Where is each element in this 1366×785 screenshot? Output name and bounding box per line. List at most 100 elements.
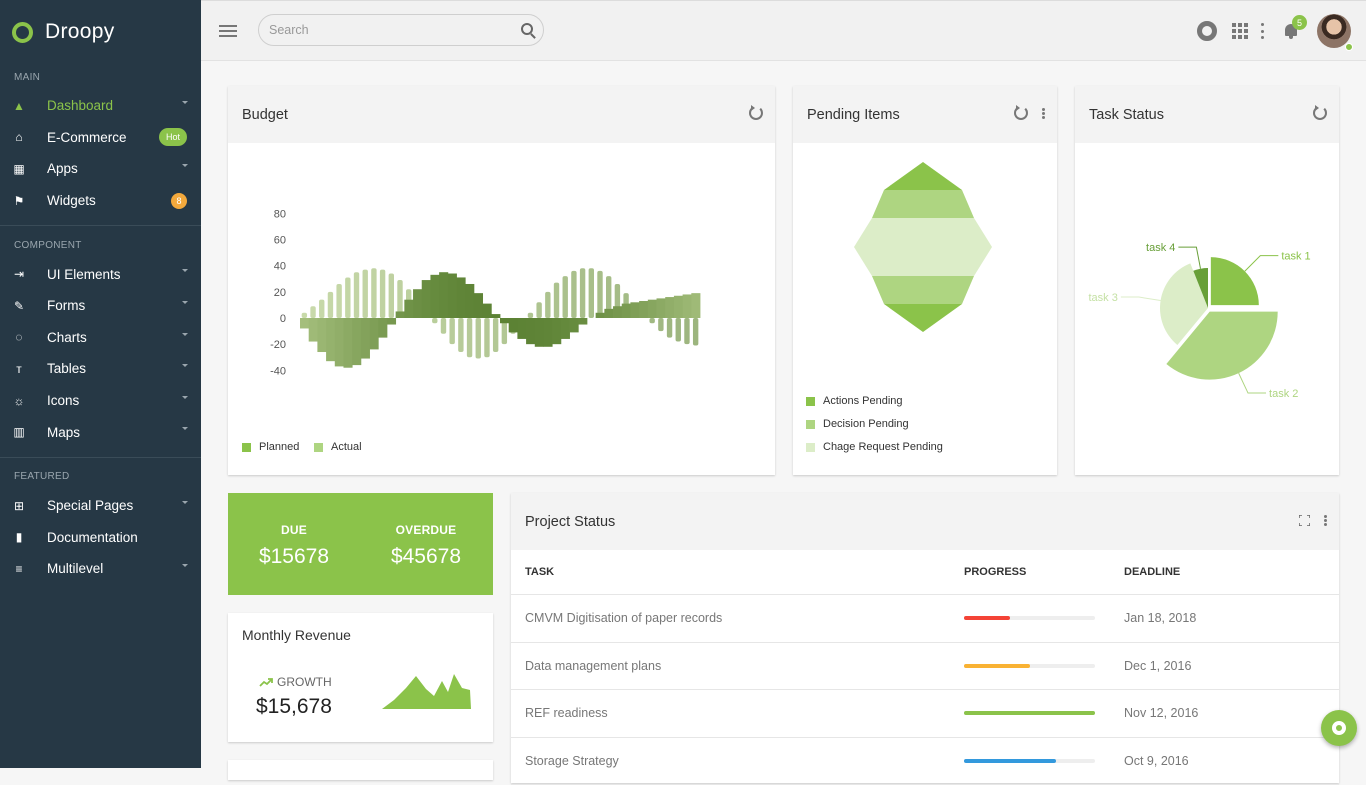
legend-swatch bbox=[242, 443, 251, 452]
apps-grid-icon[interactable] bbox=[1232, 23, 1248, 39]
progress-bar-fill bbox=[964, 759, 1056, 763]
bar-actual bbox=[589, 268, 594, 318]
refresh-icon[interactable] bbox=[1014, 106, 1028, 120]
bar-planned bbox=[335, 318, 344, 366]
monthly-revenue-card: Monthly Revenue GROWTH $15,678 bbox=[228, 613, 493, 742]
pie-label: task 3 bbox=[1089, 292, 1118, 304]
bar-planned bbox=[352, 318, 361, 365]
sidebar-item-label: Apps bbox=[47, 161, 78, 176]
bar-actual bbox=[319, 300, 324, 318]
sidebar-item-label: Icons bbox=[47, 393, 79, 408]
sidebar-item-tables[interactable]: ᴛTables bbox=[0, 353, 201, 385]
sidebar-item-charts[interactable]: ◌Charts bbox=[0, 322, 201, 354]
sidebar-item-widgets[interactable]: ⚑Widgets8 bbox=[0, 185, 201, 217]
table-row[interactable]: REF readinessNov 12, 2016 bbox=[511, 690, 1339, 738]
bar-planned bbox=[674, 296, 683, 318]
sidebar-item-ui-elements[interactable]: ⇥UI Elements bbox=[0, 258, 201, 290]
basket-icon: ⌂ bbox=[12, 130, 26, 144]
funnel-segment bbox=[884, 162, 923, 190]
search-input[interactable]: Search bbox=[258, 14, 544, 46]
bar-planned bbox=[691, 293, 700, 318]
funnel-segment bbox=[923, 218, 992, 247]
sidebar-item-icons[interactable]: ☼Icons bbox=[0, 385, 201, 417]
settings-fab-button[interactable] bbox=[1321, 710, 1357, 746]
legend-label: Planned bbox=[259, 441, 299, 453]
bar-planned bbox=[639, 301, 648, 318]
bar-planned bbox=[404, 300, 413, 318]
funnel-segment bbox=[854, 247, 923, 276]
sidebar-item-special-pages[interactable]: ⊞Special Pages bbox=[0, 490, 201, 522]
legend-actions-pending: Actions Pending bbox=[806, 395, 903, 407]
sidebar-item-e-commerce[interactable]: ⌂E-CommerceHot bbox=[0, 122, 201, 154]
bar-planned bbox=[604, 309, 613, 318]
y-tick-label: -20 bbox=[270, 339, 286, 351]
bar-planned bbox=[570, 318, 579, 332]
legend-decision-pending: Decision Pending bbox=[806, 418, 909, 430]
funnel-segment bbox=[854, 218, 923, 247]
due-column: DUE $15678 bbox=[234, 523, 354, 569]
bar-actual bbox=[389, 274, 394, 318]
bar-planned bbox=[378, 318, 387, 338]
dashboard-icon: ▲ bbox=[12, 99, 26, 113]
refresh-icon[interactable] bbox=[1313, 106, 1327, 120]
sidebar-item-dashboard[interactable]: ▲Dashboard bbox=[0, 90, 201, 122]
pie-label: task 1 bbox=[1281, 251, 1310, 263]
table-row[interactable]: CMVM Digitisation of paper recordsJan 18… bbox=[511, 595, 1339, 643]
logo[interactable]: Droopy bbox=[0, 0, 201, 64]
bar-actual bbox=[649, 318, 654, 323]
bar-planned bbox=[622, 304, 631, 318]
bar-planned bbox=[517, 318, 526, 339]
sidebar-item-forms[interactable]: ✎Forms bbox=[0, 290, 201, 322]
bar-actual bbox=[371, 268, 376, 318]
partial-card bbox=[228, 760, 493, 780]
bar-actual bbox=[432, 318, 437, 323]
sidebar-item-maps[interactable]: ▥Maps bbox=[0, 416, 201, 448]
bar-actual bbox=[554, 283, 559, 318]
progress-bar-fill bbox=[964, 616, 1010, 620]
overdue-value: $45678 bbox=[366, 545, 486, 569]
sidebar-item-multilevel[interactable]: ≡Multilevel bbox=[0, 553, 201, 585]
bar-actual bbox=[476, 318, 481, 359]
fullscreen-icon[interactable] bbox=[1299, 515, 1310, 526]
bar-actual bbox=[667, 318, 672, 338]
refresh-icon[interactable] bbox=[749, 106, 763, 120]
sidebar-item-label: Tables bbox=[47, 361, 86, 376]
pending-title: Pending Items bbox=[807, 107, 900, 123]
bar-actual bbox=[310, 306, 315, 318]
bar-planned bbox=[578, 318, 587, 325]
sidebar-item-apps[interactable]: ▦ Apps bbox=[0, 153, 201, 185]
y-tick-label: 20 bbox=[274, 287, 286, 299]
bar-planned bbox=[665, 297, 674, 318]
sidebar-item-documentation[interactable]: ▮Documentation bbox=[0, 522, 201, 554]
legend-label: Decision Pending bbox=[823, 418, 909, 430]
legend-swatch bbox=[314, 443, 323, 452]
funnel-segment bbox=[923, 190, 974, 218]
task-status-pie-chart: task 1task 2task 3task 4 bbox=[1075, 143, 1339, 475]
table-header-row: TASK PROGRESS DEADLINE bbox=[511, 550, 1339, 595]
settings-icon[interactable] bbox=[1197, 21, 1217, 41]
header-deadline: DEADLINE bbox=[1124, 566, 1180, 578]
ui-elements-icon: ⇥ bbox=[12, 267, 26, 281]
more-options-icon[interactable] bbox=[1324, 515, 1327, 526]
bar-planned bbox=[509, 318, 518, 332]
sidebar-item-label: Maps bbox=[47, 425, 80, 440]
more-options-icon[interactable] bbox=[1042, 108, 1045, 119]
task-name: REF readiness bbox=[525, 706, 608, 720]
table-row[interactable]: Storage StrategyOct 9, 2016 bbox=[511, 738, 1339, 785]
table-row[interactable]: Data management plansDec 1, 2016 bbox=[511, 643, 1339, 691]
bar-planned bbox=[491, 314, 500, 318]
caret-down-icon bbox=[182, 164, 188, 167]
bar-actual bbox=[563, 276, 568, 318]
bar-planned bbox=[465, 284, 474, 318]
bar-planned bbox=[483, 304, 492, 318]
search-icon[interactable] bbox=[521, 23, 533, 35]
sidebar-item-label: Widgets bbox=[47, 193, 96, 208]
progress-bar bbox=[964, 664, 1095, 668]
apps-icon: ▦ bbox=[12, 162, 26, 176]
bar-planned bbox=[613, 306, 622, 318]
menu-toggle-icon[interactable] bbox=[219, 25, 237, 37]
bar-actual bbox=[536, 302, 541, 318]
y-tick-label: 80 bbox=[274, 208, 286, 220]
more-options-icon[interactable] bbox=[1261, 23, 1265, 39]
bar-planned bbox=[387, 318, 396, 325]
